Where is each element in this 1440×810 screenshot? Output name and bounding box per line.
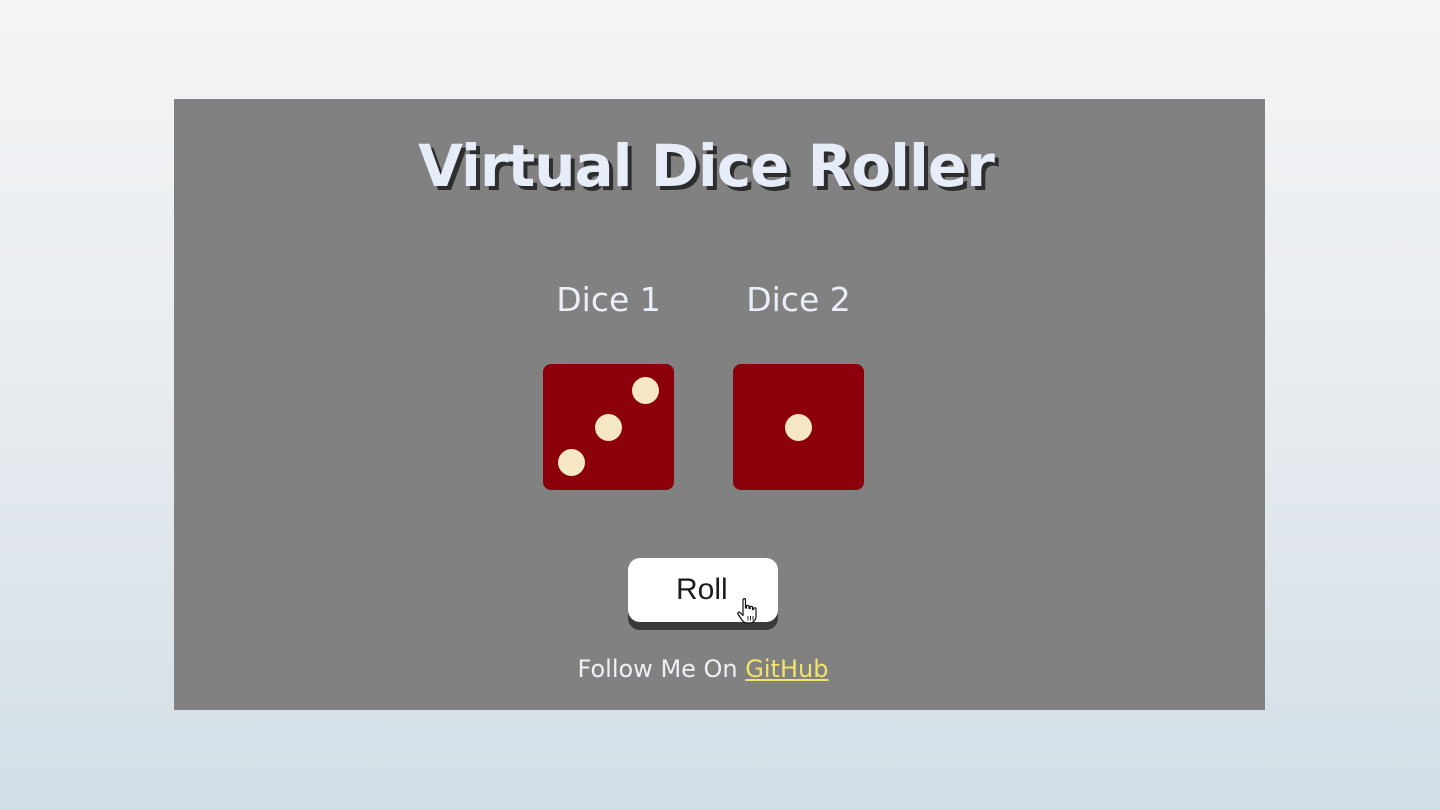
dice-1-face — [543, 364, 674, 490]
dice-pip — [558, 448, 586, 476]
roll-button-label: Roll — [676, 573, 728, 606]
footer-text: Follow Me On — [577, 655, 746, 683]
dice-pip — [785, 413, 812, 441]
page-title: Virtual Dice Roller — [418, 132, 995, 200]
hand-pointer-icon — [737, 598, 757, 624]
github-link[interactable]: GitHub — [745, 655, 828, 683]
dice-1-label: Dice 1 — [556, 280, 661, 319]
dice-pip — [595, 413, 622, 441]
footer: Follow Me On GitHub — [0, 655, 1406, 683]
dice-2-label: Dice 2 — [746, 280, 851, 319]
dice-2-face — [733, 364, 864, 490]
dice-pip — [631, 376, 659, 404]
